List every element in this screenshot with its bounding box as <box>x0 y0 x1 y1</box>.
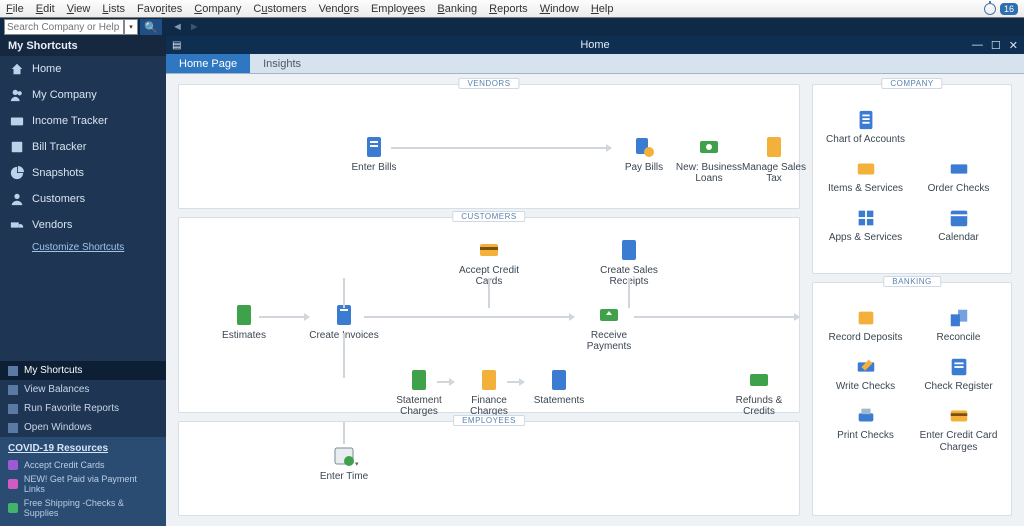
menu-file[interactable]: File <box>6 3 24 15</box>
window-maximize[interactable]: ☐ <box>991 39 1001 52</box>
covid-link-shipping[interactable]: Free Shipping -Checks & Supplies <box>8 496 158 520</box>
people-icon <box>10 88 24 102</box>
panel-customers: CUSTOMERS Accept Credit Cards Create Sal… <box>178 217 800 413</box>
sidebar-item-income-tracker[interactable]: Income Tracker <box>0 108 166 134</box>
sidebar-item-bill-tracker[interactable]: Bill Tracker <box>0 134 166 160</box>
sidebar-item-home[interactable]: Home <box>0 56 166 82</box>
menu-reports[interactable]: Reports <box>489 3 528 15</box>
search-go-button[interactable]: 🔍 <box>140 19 162 35</box>
sidebar-panel-switcher: My Shortcuts View Balances Run Favorite … <box>0 361 166 437</box>
menu-banking[interactable]: Banking <box>437 3 477 15</box>
panel-open-windows[interactable]: Open Windows <box>0 418 166 437</box>
menu-company[interactable]: Company <box>194 3 241 15</box>
menu-edit[interactable]: Edit <box>36 3 55 15</box>
menu-vendors[interactable]: Vendors <box>319 3 359 15</box>
search-input[interactable] <box>4 19 124 35</box>
menu-lists[interactable]: Lists <box>102 3 125 15</box>
truck-icon <box>10 218 24 232</box>
reminders-badge[interactable]: 16 <box>1000 3 1018 15</box>
panel-view-balances[interactable]: View Balances <box>0 380 166 399</box>
node-manage-sales-tax[interactable]: Manage Sales Tax <box>739 135 809 184</box>
sidebar-item-label: Income Tracker <box>32 115 108 127</box>
bill-icon <box>10 140 24 154</box>
tab-insights[interactable]: Insights <box>250 54 314 73</box>
tile-enter-cc-charges[interactable]: Enter Credit Card Charges <box>912 399 1005 460</box>
window-close[interactable]: ✕ <box>1009 39 1018 52</box>
sidebar: My Shortcuts Home My Company Income Trac… <box>0 36 166 526</box>
panel-employees: EMPLOYEES Enter Time ▾ <box>178 421 800 516</box>
node-estimates[interactable]: Estimates <box>209 303 279 341</box>
window-title: Home <box>580 39 609 51</box>
covid-header[interactable]: COVID-19 Resources <box>8 443 158 454</box>
tile-apps-services[interactable]: Apps & Services <box>819 201 912 250</box>
menu-window[interactable]: Window <box>540 3 579 15</box>
panel-vendors: VENDORS Enter Bills Pay Bills <box>178 84 800 209</box>
node-pay-bills[interactable]: Pay Bills <box>609 135 679 173</box>
sidebar-item-vendors[interactable]: Vendors <box>0 212 166 238</box>
node-enter-bills[interactable]: Enter Bills <box>339 135 409 173</box>
menubar: File Edit View Lists Favorites Company C… <box>0 0 1024 18</box>
node-statement-charges[interactable]: Statement Charges <box>384 368 454 417</box>
node-refunds-credits[interactable]: Refunds & Credits <box>724 368 794 417</box>
home-icon <box>10 62 24 76</box>
tile-calendar[interactable]: Calendar <box>912 201 1005 250</box>
tabs: Home Page Insights <box>166 54 1024 74</box>
sidebar-item-label: Bill Tracker <box>32 141 86 153</box>
sidebar-item-customers[interactable]: Customers <box>0 186 166 212</box>
menu-favorites[interactable]: Favorites <box>137 3 182 15</box>
nav-back-icon[interactable]: ◄ <box>172 21 183 33</box>
panel-banking: BANKING Record Deposits Reconcile Write … <box>812 282 1012 516</box>
tile-order-checks[interactable]: Order Checks <box>912 152 1005 201</box>
tile-write-checks[interactable]: Write Checks <box>819 350 912 399</box>
sidebar-item-snapshots[interactable]: Snapshots <box>0 160 166 186</box>
tile-check-register[interactable]: Check Register <box>912 350 1005 399</box>
sidebar-item-label: Vendors <box>32 219 72 231</box>
person-icon <box>10 192 24 206</box>
workarea: ▤ Home — ☐ ✕ Home Page Insights VENDORS <box>166 36 1024 526</box>
panel-run-favorite-reports[interactable]: Run Favorite Reports <box>0 399 166 418</box>
node-statements[interactable]: Statements <box>524 368 594 406</box>
sidebar-item-label: Home <box>32 63 61 75</box>
dropdown-icon[interactable]: ▾ <box>355 460 359 468</box>
tile-reconcile[interactable]: Reconcile <box>912 301 1005 350</box>
node-new-business-loans[interactable]: New: Business Loans <box>674 135 744 184</box>
menu-view[interactable]: View <box>67 3 91 15</box>
covid-link-cc[interactable]: Accept Credit Cards <box>8 458 158 472</box>
tile-chart-of-accounts[interactable]: Chart of Accounts <box>819 103 912 152</box>
menu-help[interactable]: Help <box>591 3 614 15</box>
covid-resources: COVID-19 Resources Accept Credit Cards N… <box>0 437 166 526</box>
sidebar-item-my-company[interactable]: My Company <box>0 82 166 108</box>
window-titlebar: ▤ Home — ☐ ✕ <box>166 36 1024 54</box>
menu-employees[interactable]: Employees <box>371 3 425 15</box>
mdi-doc-icon[interactable]: ▤ <box>172 40 181 51</box>
panel-my-shortcuts[interactable]: My Shortcuts <box>0 361 166 380</box>
menu-customers[interactable]: Customers <box>253 3 306 15</box>
reminders-icon[interactable] <box>984 3 996 15</box>
node-enter-time[interactable]: Enter Time ▾ <box>309 444 379 482</box>
panel-company: COMPANY Chart of Accounts Items & Servic… <box>812 84 1012 274</box>
tile-print-checks[interactable]: Print Checks <box>819 399 912 460</box>
tile-record-deposits[interactable]: Record Deposits <box>819 301 912 350</box>
tab-home-page[interactable]: Home Page <box>166 54 250 73</box>
wallet-icon <box>10 114 24 128</box>
customize-shortcuts-link[interactable]: Customize Shortcuts <box>0 238 166 261</box>
panel-banking-title: BANKING <box>883 276 941 287</box>
search-dropdown[interactable]: ▾ <box>124 19 138 35</box>
node-finance-charges[interactable]: Finance Charges <box>454 368 524 417</box>
pie-icon <box>10 166 24 180</box>
tile-items-services[interactable]: Items & Services <box>819 152 912 201</box>
window-minimize[interactable]: — <box>972 39 983 52</box>
sidebar-header: My Shortcuts <box>0 36 166 56</box>
toolstrip: ▾ 🔍 ◄ ► <box>0 18 1024 36</box>
nav-fwd-icon[interactable]: ► <box>189 21 200 33</box>
sidebar-item-label: Customers <box>32 193 85 205</box>
sidebar-item-label: Snapshots <box>32 167 84 179</box>
covid-link-payment-links[interactable]: NEW! Get Paid via Payment Links <box>8 472 158 496</box>
panel-company-title: COMPANY <box>881 78 942 89</box>
sidebar-item-label: My Company <box>32 89 97 101</box>
node-receive-payments[interactable]: Receive Payments <box>574 303 644 352</box>
